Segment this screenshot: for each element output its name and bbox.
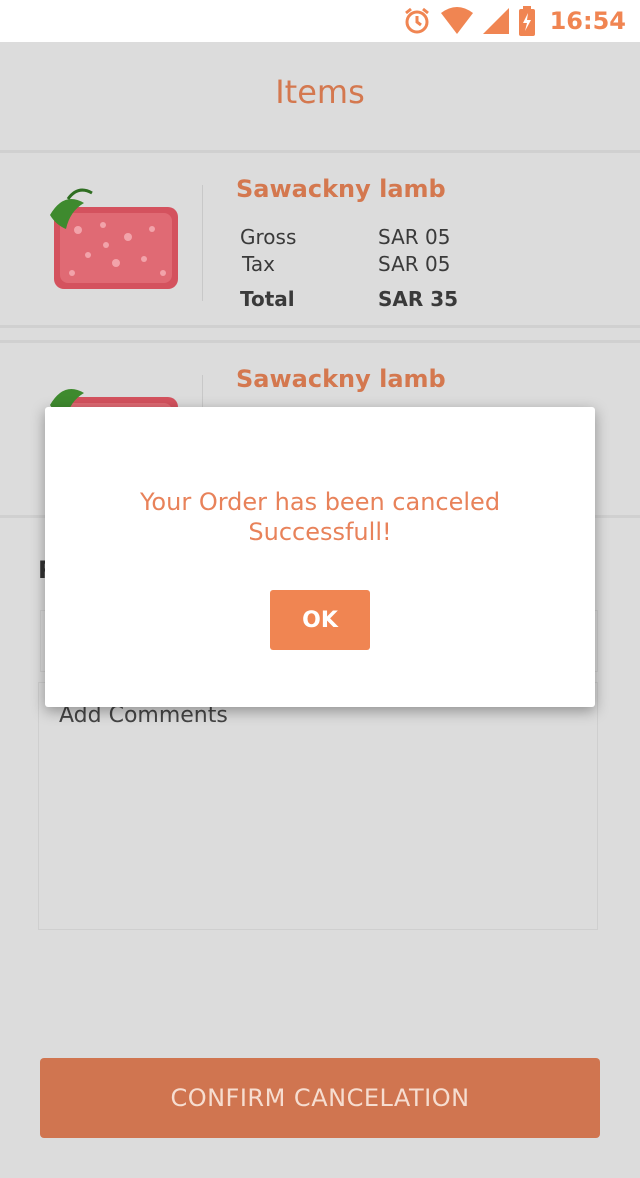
signal-icon <box>482 7 510 35</box>
status-bar: 16:54 <box>0 0 640 42</box>
confirmation-dialog: Your Order has been canceled Successfull… <box>45 407 595 707</box>
wifi-icon <box>440 7 474 35</box>
ok-button[interactable]: OK <box>270 590 370 650</box>
status-time: 16:54 <box>549 7 626 35</box>
alarm-icon <box>402 6 432 36</box>
dialog-message: Your Order has been canceled Successfull… <box>139 488 501 546</box>
battery-charging-icon <box>518 6 536 36</box>
